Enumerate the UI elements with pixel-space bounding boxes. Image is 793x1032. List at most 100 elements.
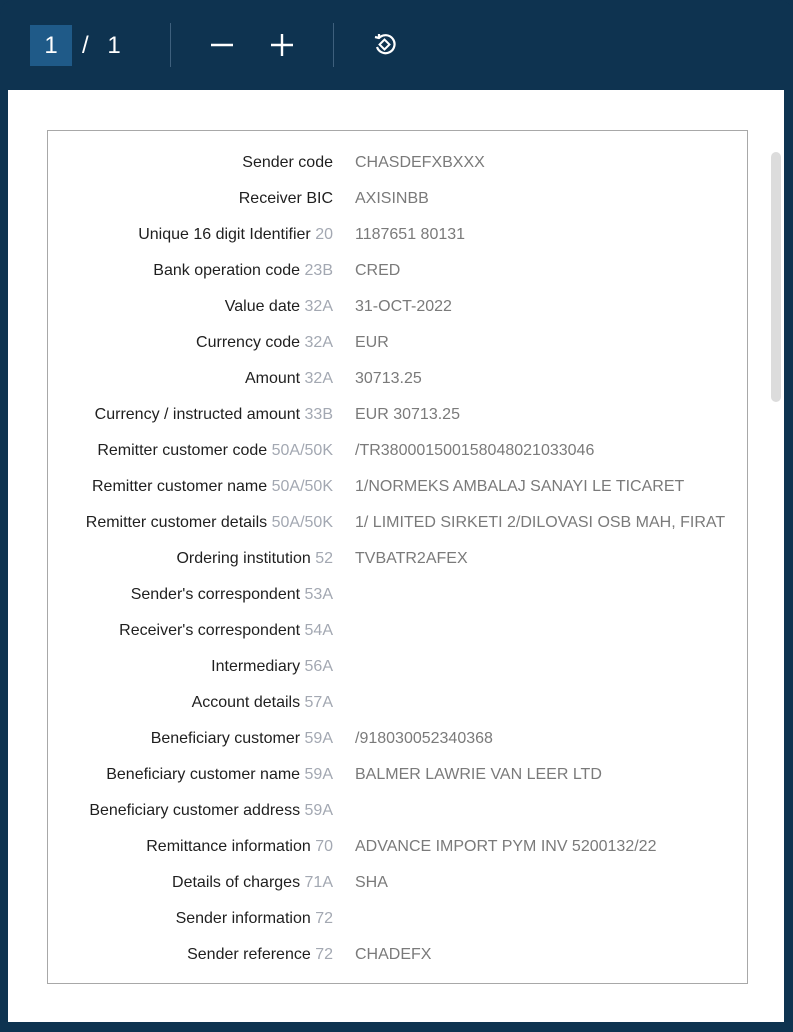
field-tag: 70 — [315, 838, 333, 855]
field-label: Remitter customer details 50A/50K — [86, 513, 333, 533]
field-row: Sender information 72 — [48, 909, 747, 945]
field-label-text: Account details — [191, 694, 301, 711]
field-label: Beneficiary customer 59A — [151, 729, 333, 749]
toolbar-divider — [170, 23, 171, 67]
field-value: EUR 30713.25 — [355, 406, 460, 423]
field-value: ADVANCE IMPORT PYM INV 5200132/22 — [355, 838, 657, 855]
field-label-text: Beneficiary customer address — [89, 802, 301, 819]
field-label-text: Sender code — [242, 154, 333, 171]
field-label-text: Sender reference — [187, 946, 311, 963]
rotate-button[interactable] — [365, 25, 405, 65]
field-label-text: Beneficiary customer name — [106, 766, 301, 783]
field-tag: 59A — [304, 730, 333, 747]
field-value: /918030052340368 — [355, 730, 493, 747]
field-value: 30713.25 — [355, 370, 422, 387]
field-tag: 52 — [315, 550, 333, 567]
field-label-text: Ordering institution — [176, 550, 311, 567]
field-label-text: Remittance information — [146, 838, 311, 855]
field-row: Ordering institution 52 TVBATR2AFEX — [48, 549, 747, 585]
field-label: Beneficiary customer name 59A — [106, 765, 333, 785]
field-label: Remittance information 70 — [146, 837, 333, 857]
field-row: Value date 32A 31-OCT-2022 — [48, 297, 747, 333]
field-value: SHA — [355, 874, 388, 891]
field-tag: 50A/50K — [271, 514, 333, 531]
plus-icon — [271, 34, 293, 56]
field-label: Sender code — [242, 153, 333, 173]
field-label: Receiver's correspondent 54A — [119, 621, 333, 641]
field-label-text: Sender information — [175, 910, 311, 927]
field-row: Sender code CHASDEFXBXXX — [48, 153, 747, 189]
zoom-in-button[interactable] — [262, 25, 302, 65]
document-viewer: 1 / 1 Sender code CHASDEFXBXXX Receiver BI… — [0, 0, 793, 1032]
field-label-text: Unique 16 digit Identifier — [138, 226, 311, 243]
field-tag: 20 — [315, 226, 333, 243]
field-value: 1/ LIMITED SIRKETI 2/DILOVASI OSB MAH, F… — [355, 514, 726, 531]
field-row: Beneficiary customer name 59A BALMER LAWR… — [48, 765, 747, 801]
current-page-input[interactable]: 1 — [30, 25, 72, 66]
field-label-text: Remitter customer details — [85, 514, 268, 531]
field-label-text: Beneficiary customer — [150, 730, 301, 747]
field-label-text: Remitter customer name — [91, 478, 268, 495]
field-row: Unique 16 digit Identifier 20 1187651 801… — [48, 225, 747, 261]
field-label: Amount 32A — [245, 369, 333, 389]
field-row: Sender reference 72 CHADEFX — [48, 945, 747, 981]
field-label: Sender's correspondent 53A — [131, 585, 333, 605]
field-row: Beneficiary customer address 59A — [48, 801, 747, 837]
field-value: EUR — [355, 334, 389, 351]
field-row: Amount 32A 30713.25 — [48, 369, 747, 405]
field-tag: 59A — [304, 766, 333, 783]
field-label: Ordering institution 52 — [176, 549, 333, 569]
field-row: Remitter customer details 50A/50K 1/ LIMI… — [48, 513, 747, 549]
field-row: Currency / instructed amount 33B EUR 3071… — [48, 405, 747, 441]
field-label: Unique 16 digit Identifier 20 — [138, 225, 333, 245]
field-label-text: Amount — [244, 370, 301, 387]
field-value: 31-OCT-2022 — [355, 298, 452, 315]
field-tag: 32A — [304, 334, 333, 351]
rotate-icon — [374, 34, 396, 55]
field-label-text: Receiver BIC — [238, 190, 333, 207]
minus-icon — [211, 43, 233, 47]
field-label-text: Details of charges — [172, 874, 301, 891]
document-page[interactable]: Sender code CHASDEFXBXXX Receiver BIC AXISI… — [8, 90, 784, 1022]
field-row: Currency code 32A EUR — [48, 333, 747, 369]
field-label: Sender reference 72 — [187, 945, 333, 965]
field-label: Remitter customer name 50A/50K — [92, 477, 333, 497]
vertical-scrollbar[interactable] — [771, 152, 781, 402]
field-label: Receiver BIC — [239, 189, 333, 209]
field-row: Details of charges 71A SHA — [48, 873, 747, 909]
field-tag: 59A — [304, 802, 333, 819]
field-label: Intermediary 56A — [211, 657, 333, 677]
field-value: CHADEFX — [355, 946, 432, 963]
field-value: AXISINBB — [355, 190, 429, 207]
field-tag: 56A — [304, 658, 333, 675]
field-label: Currency code 32A — [196, 333, 333, 353]
field-label: Account details 57A — [192, 693, 333, 713]
field-row: Receiver BIC AXISINBB — [48, 189, 747, 225]
field-tag: 72 — [315, 946, 333, 963]
field-tag: 57A — [304, 694, 333, 711]
field-tag: 50A/50K — [271, 478, 333, 495]
field-value: CHASDEFXBXXX — [355, 154, 485, 171]
field-row: Intermediary 56A — [48, 657, 747, 693]
field-label-text: Receiver's correspondent — [119, 622, 301, 639]
field-tag: 54A — [304, 622, 333, 639]
field-row: Sender's correspondent 53A — [48, 585, 747, 621]
field-value: 1187651 80131 — [355, 226, 466, 243]
field-row: Receiver's correspondent 54A — [48, 621, 747, 657]
zoom-out-button[interactable] — [202, 25, 242, 65]
field-tag: 71A — [304, 874, 333, 891]
field-row: Remitter customer name 50A/50K 1/NORMEKS … — [48, 477, 747, 513]
field-tag: 32A — [304, 298, 333, 315]
field-label-text: Bank operation code — [153, 262, 301, 279]
field-value: 1/NORMEKS AMBALAJ SANAYI LE TICARET — [355, 478, 685, 495]
field-label: Remitter customer code 50A/50K — [97, 441, 333, 461]
field-value: TVBATR2AFEX — [355, 550, 468, 567]
field-label-text: Intermediary — [211, 658, 301, 675]
field-label-text: Value date — [224, 298, 301, 315]
field-label: Beneficiary customer address 59A — [89, 801, 333, 821]
field-label: Currency / instructed amount 33B — [95, 405, 333, 425]
field-label-text: Sender's correspondent — [130, 586, 301, 603]
field-label: Sender information 72 — [176, 909, 333, 929]
toolbar-divider — [333, 23, 334, 67]
field-label-text: Remitter customer code — [97, 442, 268, 459]
